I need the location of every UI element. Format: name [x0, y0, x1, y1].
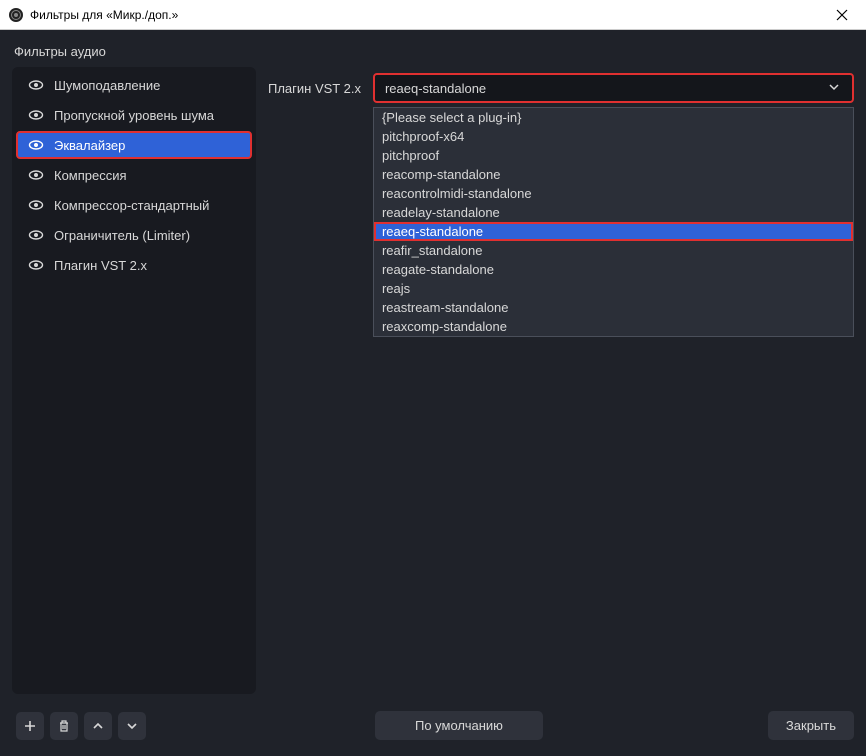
visibility-eye-icon[interactable] [28, 257, 44, 273]
app-icon [8, 7, 24, 23]
dropdown-option[interactable]: reaxcomp-standalone [374, 317, 853, 336]
filter-item-label: Плагин VST 2.x [54, 258, 147, 273]
caret-down-icon [828, 81, 842, 95]
filter-item[interactable]: Компрессор-стандартный [16, 191, 252, 219]
dropdown-option[interactable]: reafir_standalone [374, 241, 853, 260]
filters-list: Шумоподавление Пропускной уровень шума Экв… [12, 67, 256, 694]
move-down-button[interactable] [118, 712, 146, 740]
plugin-combobox[interactable]: reaeq-standalone [373, 73, 854, 103]
filter-item[interactable]: Компрессия [16, 161, 252, 189]
footer: По умолчанию Закрыть [0, 706, 866, 756]
filter-item-label: Шумоподавление [54, 78, 160, 93]
visibility-eye-icon[interactable] [28, 137, 44, 153]
filter-item-label: Ограничитель (Limiter) [54, 228, 190, 243]
delete-filter-button[interactable] [50, 712, 78, 740]
filter-item-label: Эквалайзер [54, 138, 125, 153]
dropdown-option[interactable]: reaeq-standalone [374, 222, 853, 241]
filter-item-label: Пропускной уровень шума [54, 108, 214, 123]
plugin-combo-wrap: reaeq-standalone {Please select a plug-i… [373, 73, 854, 103]
filter-item-label: Компрессия [54, 168, 127, 183]
dropdown-option[interactable]: {Please select a plug-in} [374, 108, 853, 127]
dropdown-option[interactable]: pitchproof-x64 [374, 127, 853, 146]
filter-item[interactable]: Пропускной уровень шума [16, 101, 252, 129]
titlebar: Фильтры для «Микр./доп.» [0, 0, 866, 30]
dialog-body: Шумоподавление Пропускной уровень шума Экв… [0, 67, 866, 706]
dropdown-option[interactable]: reacontrolmidi-standalone [374, 184, 853, 203]
section-label: Фильтры аудио [0, 30, 866, 67]
dropdown-option[interactable]: reastream-standalone [374, 298, 853, 317]
filters-sidebar: Шумоподавление Пропускной уровень шума Экв… [12, 67, 256, 694]
plugin-row: Плагин VST 2.x reaeq-standalone {Please … [268, 67, 854, 109]
filter-item[interactable]: Ограничитель (Limiter) [16, 221, 252, 249]
move-up-button[interactable] [84, 712, 112, 740]
close-button[interactable] [822, 1, 862, 29]
defaults-button[interactable]: По умолчанию [375, 711, 543, 740]
close-dialog-button[interactable]: Закрыть [768, 711, 854, 740]
plugin-dropdown[interactable]: {Please select a plug-in}pitchproof-x64p… [373, 107, 854, 337]
visibility-eye-icon[interactable] [28, 77, 44, 93]
visibility-eye-icon[interactable] [28, 197, 44, 213]
visibility-eye-icon[interactable] [28, 167, 44, 183]
filter-settings: Плагин VST 2.x reaeq-standalone {Please … [268, 67, 854, 694]
filter-item[interactable]: Эквалайзер [16, 131, 252, 159]
window-title: Фильтры для «Микр./доп.» [30, 8, 822, 22]
filters-dialog: Фильтры для «Микр./доп.» Фильтры аудио Ш… [0, 0, 866, 756]
dropdown-option[interactable]: reagate-standalone [374, 260, 853, 279]
visibility-eye-icon[interactable] [28, 227, 44, 243]
plugin-selected-value: reaeq-standalone [385, 81, 828, 96]
dropdown-option[interactable]: pitchproof [374, 146, 853, 165]
visibility-eye-icon[interactable] [28, 107, 44, 123]
plugin-label: Плагин VST 2.x [268, 81, 361, 96]
sidebar-toolbar [12, 706, 150, 744]
filter-item[interactable]: Плагин VST 2.x [16, 251, 252, 279]
filter-item[interactable]: Шумоподавление [16, 71, 252, 99]
filter-item-label: Компрессор-стандартный [54, 198, 209, 213]
dropdown-option[interactable]: readelay-standalone [374, 203, 853, 222]
add-filter-button[interactable] [16, 712, 44, 740]
dropdown-option[interactable]: reajs [374, 279, 853, 298]
dropdown-option[interactable]: reacomp-standalone [374, 165, 853, 184]
